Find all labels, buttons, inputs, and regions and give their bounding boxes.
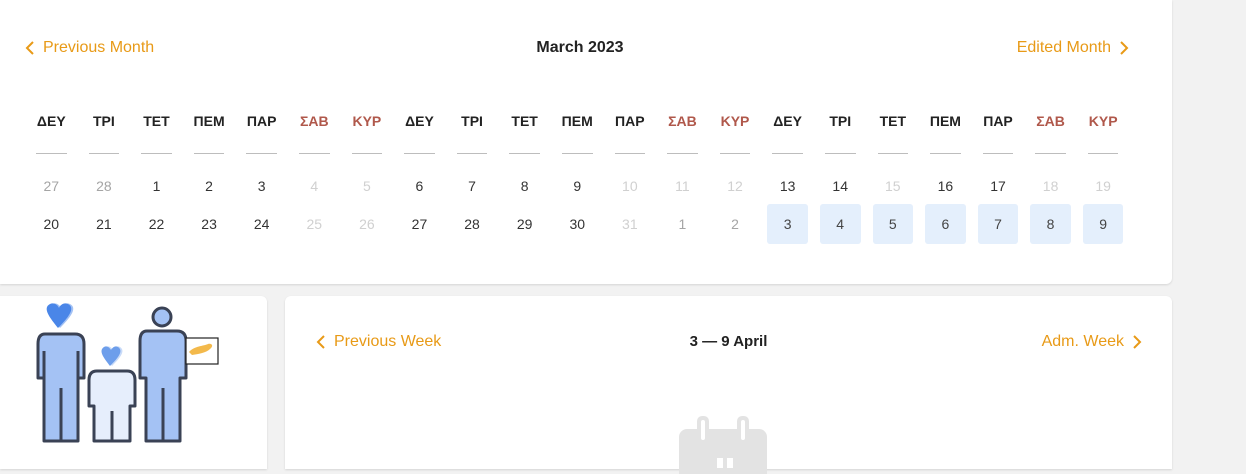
date-cell[interactable]: 13 [761, 166, 814, 206]
selected-week-date-cell[interactable]: 6 [919, 204, 972, 244]
date-cell[interactable]: 8 [498, 166, 551, 206]
weekday-header: ΠΕΜ [551, 113, 604, 155]
weekday-header: ΤΕΤ [130, 113, 183, 155]
selected-week-date-cell[interactable]: 8 [1024, 204, 1077, 244]
date-cell[interactable]: 6 [393, 166, 446, 206]
weekday-header: ΠΑΡ [604, 113, 657, 155]
weekday-header: ΔΕΥ [393, 113, 446, 155]
child-figure-icon [87, 369, 137, 443]
selected-week-date-cell[interactable]: 4 [814, 204, 867, 244]
week-schedule-card: Previous Week 3 — 9 April Adm. Week [285, 296, 1172, 474]
date-cell[interactable]: 27 [393, 204, 446, 244]
date-cell[interactable]: 5 [341, 166, 394, 206]
date-cell[interactable]: 25 [288, 204, 341, 244]
date-cell[interactable]: 30 [551, 204, 604, 244]
date-cell[interactable]: 10 [604, 166, 657, 206]
date-cell[interactable]: 28 [446, 204, 499, 244]
date-cell[interactable]: 23 [183, 204, 236, 244]
selected-week-date-cell[interactable]: 5 [867, 204, 920, 244]
weekend-header: ΣΑΒ [288, 113, 341, 155]
heart-icon [101, 346, 123, 366]
weekend-header: ΣΑΒ [1024, 113, 1077, 155]
date-cell[interactable]: 11 [656, 166, 709, 206]
date-cell[interactable]: 26 [341, 204, 394, 244]
month-title: March 2023 [536, 39, 624, 56]
weekend-header: ΚΥΡ [341, 113, 394, 155]
selected-week-date-cell[interactable]: 3 [761, 204, 814, 244]
date-cell[interactable]: 24 [235, 204, 288, 244]
selected-week-date-cell[interactable]: 9 [1077, 204, 1130, 244]
date-cell[interactable]: 3 [235, 166, 288, 206]
adult-figure-icon [36, 332, 86, 443]
chevron-right-icon [1133, 335, 1142, 349]
weekday-header: ΤΡΙ [446, 113, 499, 155]
date-cell[interactable]: 14 [814, 166, 867, 206]
date-cell[interactable]: 2 [709, 204, 762, 244]
date-cell[interactable]: 15 [867, 166, 920, 206]
next-week-label: Adm. Week [1041, 333, 1124, 350]
chevron-right-icon [1120, 41, 1129, 55]
date-cell[interactable]: 12 [709, 166, 762, 206]
weekday-header: ΤΕΤ [498, 113, 551, 155]
heart-icon [46, 303, 74, 328]
date-row: 27 28 1 2 3 4 5 6 7 8 9 10 11 12 13 14 1… [25, 166, 1129, 206]
family-illustration [36, 303, 219, 443]
month-calendar-card: Previous Month March 2023 Edited Month Δ… [0, 0, 1172, 284]
head-icon [151, 306, 173, 328]
weekday-header: ΔΕΥ [761, 113, 814, 155]
weekday-header-row: ΔΕΥ ΤΡΙ ΤΕΤ ΠΕΜ ΠΑΡ ΣΑΒ ΚΥΡ ΔΕΥ ΤΡΙ ΤΕΤ … [25, 113, 1129, 155]
weekday-header: ΠΑΡ [235, 113, 288, 155]
weekday-header: ΤΡΙ [78, 113, 131, 155]
right-side-panel [1173, 0, 1246, 469]
weekday-header: ΤΕΤ [867, 113, 920, 155]
calendar-icon [679, 416, 767, 474]
date-cell[interactable]: 29 [498, 204, 551, 244]
date-cell[interactable]: 1 [130, 166, 183, 206]
date-cell[interactable]: 17 [972, 166, 1025, 206]
family-illustration-card [0, 296, 267, 469]
next-month-label: Edited Month [1016, 39, 1111, 56]
date-cell[interactable]: 19 [1077, 166, 1130, 206]
weekday-header: ΤΡΙ [814, 113, 867, 155]
date-cell[interactable]: 20 [25, 204, 78, 244]
date-cell[interactable]: 22 [130, 204, 183, 244]
date-cell[interactable]: 18 [1024, 166, 1077, 206]
date-cell[interactable]: 27 [25, 166, 78, 206]
date-cell[interactable]: 16 [919, 166, 972, 206]
adult-figure-icon [138, 329, 188, 443]
date-row: 20 21 22 23 24 25 26 27 28 29 30 31 1 2 … [25, 204, 1129, 244]
next-week-button[interactable]: Adm. Week [1042, 333, 1142, 351]
weekday-header: ΠΕΜ [919, 113, 972, 155]
date-cell[interactable]: 21 [78, 204, 131, 244]
cyprus-flag-icon [185, 337, 219, 365]
date-cell[interactable]: 9 [551, 166, 604, 206]
weekend-header: ΣΑΒ [656, 113, 709, 155]
weekday-header: ΠΕΜ [183, 113, 236, 155]
date-cell[interactable]: 1 [656, 204, 709, 244]
date-cell[interactable]: 4 [288, 166, 341, 206]
week-title: 3 — 9 April [689, 333, 768, 350]
date-cell[interactable]: 28 [78, 166, 131, 206]
date-cell[interactable]: 31 [604, 204, 657, 244]
date-cell[interactable]: 7 [446, 166, 499, 206]
weekend-header: ΚΥΡ [1077, 113, 1130, 155]
weekday-header: ΔΕΥ [25, 113, 78, 155]
weekday-header: ΠΑΡ [972, 113, 1025, 155]
weekend-header: ΚΥΡ [709, 113, 762, 155]
date-cell[interactable]: 2 [183, 166, 236, 206]
next-month-button[interactable]: Edited Month [1017, 39, 1129, 57]
selected-week-date-cell[interactable]: 7 [972, 204, 1025, 244]
